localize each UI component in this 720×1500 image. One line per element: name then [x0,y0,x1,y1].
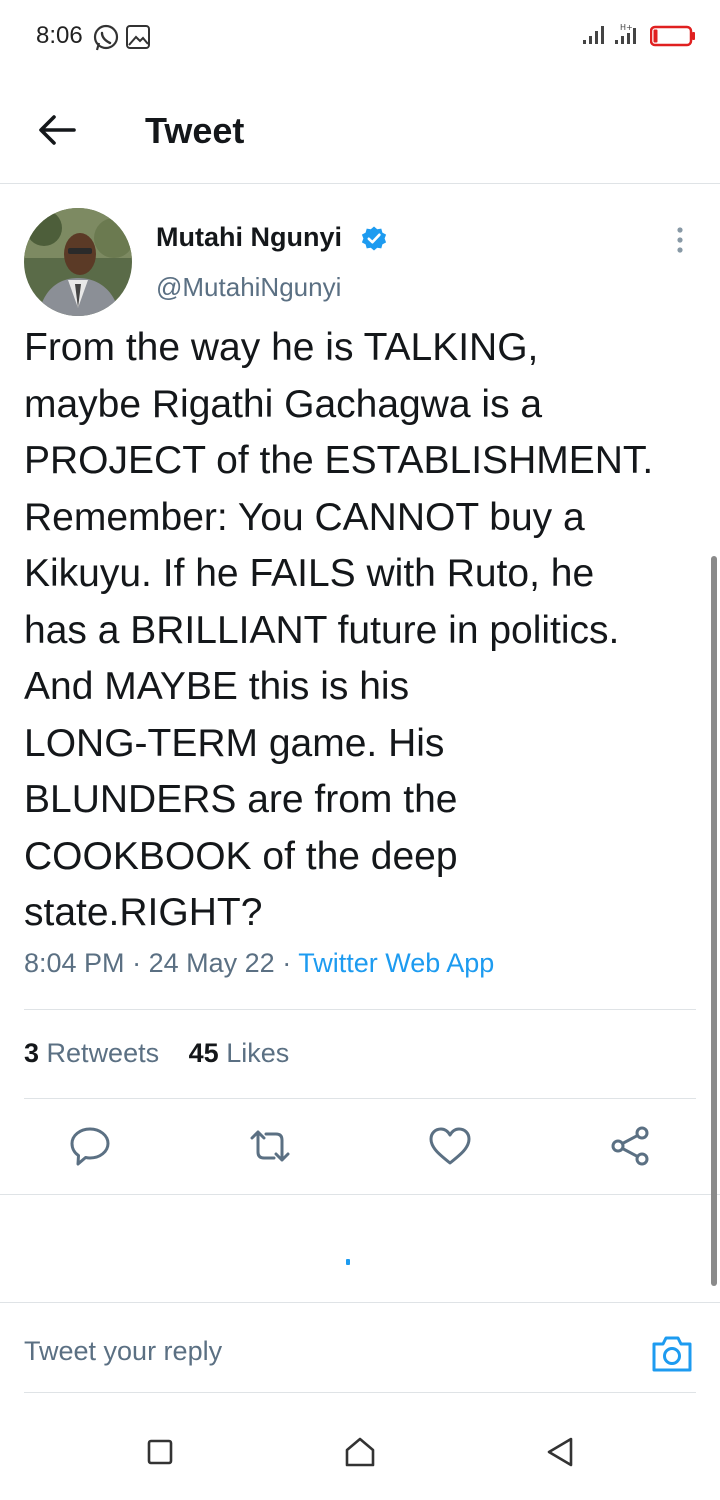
gallery-icon [126,25,150,49]
recents-icon[interactable] [140,1432,180,1472]
signal-icon [583,26,604,44]
status-time: 8:06 [36,22,83,49]
divider [24,1392,696,1393]
divider [24,1098,696,1099]
retweet-icon[interactable] [246,1122,294,1170]
likes-label: Likes [226,1038,290,1068]
retweets-count: 3 [24,1038,40,1068]
back-icon[interactable] [540,1432,580,1472]
camera-icon[interactable] [650,1332,694,1376]
status-bar: 8:06 H+ [0,0,720,76]
verified-badge-icon [361,226,387,251]
scrollbar[interactable] [711,556,717,1286]
tweet-time: 8:04 PM [24,948,125,978]
divider [0,1302,720,1303]
divider [0,1194,720,1195]
reply-input[interactable] [24,1336,624,1367]
loading-indicator [346,1259,350,1265]
home-icon[interactable] [340,1432,380,1472]
signal-icon: H+ [615,23,636,44]
retweets-stat[interactable]: 3 Retweets [24,1038,159,1068]
avatar-image [24,208,132,316]
tweet-meta: 8:04 PM · 24 May 22 · Twitter Web App [24,948,494,979]
tweet-text: From the way he is TALKING, maybe Rigath… [24,326,654,934]
svg-text:H+: H+ [620,23,633,32]
reply-icon[interactable] [66,1122,114,1170]
likes-stat[interactable]: 45 Likes [189,1038,290,1068]
app-header: Tweet [0,76,720,184]
page-title: Tweet [145,110,245,151]
avatar[interactable] [24,208,132,316]
meta-separator: · [132,948,142,978]
tweet-stats: 3 Retweets 45 Likes [24,1038,289,1069]
whatsapp-icon [93,24,119,51]
tweet-source-link[interactable]: Twitter Web App [298,948,494,978]
like-icon[interactable] [426,1122,474,1170]
tweet-detail-screen: 8:06 H+ Tweet Mutahi Ngunyi @MutahiNguny… [0,0,720,1500]
arrow-left-icon[interactable] [34,110,78,150]
more-options-icon[interactable] [668,222,692,258]
share-icon[interactable] [606,1122,654,1170]
tweet-date: 24 May 22 [148,948,275,978]
battery-icon [650,25,695,47]
retweets-label: Retweets [46,1038,160,1068]
author-handle[interactable]: @MutahiNgunyi [156,272,341,303]
divider [24,1009,696,1010]
author-name[interactable]: Mutahi Ngunyi [156,222,342,253]
likes-count: 45 [188,1038,219,1068]
meta-separator: · [282,948,292,978]
